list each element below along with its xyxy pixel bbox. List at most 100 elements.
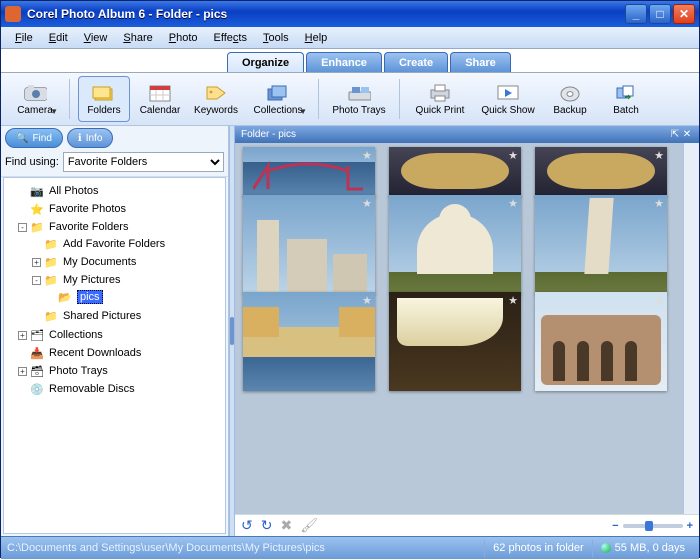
thumbnails-scroll[interactable]: ★ ★ ★ ★ ★ ★ ★ ★ ★ bbox=[235, 143, 683, 514]
tb-quickshow[interactable]: Quick Show bbox=[476, 76, 540, 122]
expand-icon[interactable]: + bbox=[32, 258, 41, 267]
star-icon: ★ bbox=[508, 197, 518, 210]
expand-icon[interactable]: + bbox=[18, 367, 27, 376]
info-icon: ℹ bbox=[78, 133, 82, 144]
tray-icon bbox=[347, 83, 371, 103]
tb-backup[interactable]: Backup bbox=[544, 76, 596, 122]
minimize-button[interactable]: _ bbox=[625, 4, 647, 24]
redo-button[interactable]: ↻ bbox=[261, 517, 273, 534]
thumbnail[interactable]: ★ bbox=[243, 147, 375, 197]
thumbnail[interactable]: ★ bbox=[389, 147, 521, 197]
left-tabs: 🔍 Find ℹ Info bbox=[1, 126, 228, 148]
mode-tab-organize[interactable]: Organize bbox=[227, 52, 304, 72]
menu-help[interactable]: Help bbox=[297, 30, 336, 46]
menu-photo[interactable]: Photo bbox=[161, 30, 206, 46]
undo-button[interactable]: ↺ bbox=[241, 517, 253, 534]
tree-pics[interactable]: 📂pics bbox=[46, 289, 225, 305]
star-icon: ⭐ bbox=[30, 202, 46, 216]
star-icon: ★ bbox=[654, 197, 664, 210]
folder-tree[interactable]: 📷All Photos ⭐Favorite Photos -📁Favorite … bbox=[3, 177, 226, 534]
tb-quickprint[interactable]: Quick Print bbox=[408, 76, 472, 122]
tree-my-documents[interactable]: +📁My Documents bbox=[32, 254, 225, 270]
thumbnails-title: Folder - pics bbox=[241, 129, 296, 140]
tree-photo-trays[interactable]: +🗃Photo Trays bbox=[18, 363, 225, 379]
tb-batch[interactable]: Batch bbox=[600, 76, 652, 122]
thumbnail[interactable]: ★ bbox=[535, 195, 667, 294]
find-using-label: Find using: bbox=[5, 156, 59, 168]
camera-small-icon: 📷 bbox=[30, 184, 46, 198]
thumbnail[interactable]: ★ bbox=[389, 195, 521, 294]
zoom-track[interactable] bbox=[623, 524, 683, 528]
tree-my-pictures[interactable]: -📁My Pictures bbox=[32, 272, 225, 288]
collapse-icon[interactable]: - bbox=[32, 276, 41, 285]
right-panel: Folder - pics ⇱ ✕ ★ ★ ★ ★ ★ ★ bbox=[235, 126, 699, 536]
star-icon: ★ bbox=[362, 294, 372, 307]
panel-close-button[interactable]: ✕ bbox=[681, 129, 693, 140]
tree-favorite-photos[interactable]: ⭐Favorite Photos bbox=[18, 201, 225, 217]
panel-pin-button[interactable]: ⇱ bbox=[669, 129, 681, 140]
thumbnail[interactable]: ★ bbox=[535, 292, 667, 391]
star-icon: ★ bbox=[654, 149, 664, 162]
tree-add-favorite[interactable]: 📁Add Favorite Folders bbox=[32, 236, 225, 252]
menu-edit[interactable]: Edit bbox=[41, 30, 76, 46]
left-tab-find[interactable]: 🔍 Find bbox=[5, 128, 63, 148]
tb-calendar[interactable]: Calendar bbox=[134, 76, 186, 122]
printer-icon bbox=[428, 83, 452, 103]
download-icon: 📥 bbox=[30, 346, 46, 360]
star-icon: ★ bbox=[362, 149, 372, 162]
thumbnail[interactable]: ★ bbox=[243, 195, 375, 294]
menu-share[interactable]: Share bbox=[115, 30, 160, 46]
thumbnail[interactable]: ★ bbox=[243, 292, 375, 391]
toolbar-separator bbox=[69, 79, 70, 119]
tree-collections[interactable]: +🗂Collections bbox=[18, 327, 225, 343]
zoom-in-icon[interactable]: + bbox=[687, 520, 693, 532]
mode-tab-enhance[interactable]: Enhance bbox=[306, 52, 382, 72]
tree-recent-downloads[interactable]: 📥Recent Downloads bbox=[18, 345, 225, 361]
paint-button[interactable]: 🖌 bbox=[300, 517, 318, 534]
calendar-icon bbox=[148, 83, 172, 103]
thumbnails-area: ★ ★ ★ ★ ★ ★ ★ ★ ★ bbox=[235, 143, 699, 514]
tb-collections[interactable]: Collections ▼ bbox=[246, 76, 310, 122]
tree-all-photos[interactable]: 📷All Photos bbox=[18, 183, 225, 199]
menu-tools[interactable]: Tools bbox=[255, 30, 297, 46]
tb-camera[interactable]: Camera ▼ bbox=[9, 76, 61, 122]
find-using-row: Find using: Favorite Folders bbox=[1, 148, 228, 177]
chevron-down-icon: ▼ bbox=[299, 107, 307, 116]
tb-keywords[interactable]: Keywords bbox=[190, 76, 242, 122]
left-tab-info[interactable]: ℹ Info bbox=[67, 128, 114, 148]
tree-shared-pictures[interactable]: 📁Shared Pictures bbox=[32, 308, 225, 324]
tb-folders[interactable]: Folders bbox=[78, 76, 130, 122]
window-title: Corel Photo Album 6 - Folder - pics bbox=[27, 7, 623, 21]
app-icon bbox=[5, 6, 21, 22]
menu-file[interactable]: File bbox=[7, 30, 41, 46]
collections-icon bbox=[266, 83, 290, 103]
menu-view[interactable]: View bbox=[76, 30, 116, 46]
zoom-thumb[interactable] bbox=[645, 521, 653, 531]
expand-icon[interactable]: + bbox=[18, 331, 27, 340]
collapse-icon[interactable]: - bbox=[18, 223, 27, 232]
menu-effects[interactable]: Effects bbox=[206, 30, 255, 46]
tree-favorite-folders[interactable]: -📁Favorite Folders bbox=[18, 219, 225, 235]
close-button[interactable]: ✕ bbox=[673, 4, 695, 24]
maximize-button[interactable]: □ bbox=[649, 4, 671, 24]
thumbnail[interactable]: ★ bbox=[389, 292, 521, 391]
statusbar: C:\Documents and Settings\user\My Docume… bbox=[1, 536, 699, 559]
main-area: 🔍 Find ℹ Info Find using: Favorite Folde… bbox=[1, 126, 699, 536]
tb-phototrays[interactable]: Photo Trays bbox=[327, 76, 391, 122]
thumbnail[interactable]: ★ bbox=[535, 147, 667, 197]
star-icon: ★ bbox=[508, 294, 518, 307]
mode-tab-create[interactable]: Create bbox=[384, 52, 448, 72]
add-folder-icon: 📁 bbox=[44, 237, 60, 251]
zoom-slider[interactable]: − + bbox=[612, 520, 693, 532]
star-icon: ★ bbox=[654, 294, 664, 307]
thumbnails-footer: ↺ ↻ ✖ 🖌 − + bbox=[235, 514, 699, 536]
find-using-select[interactable]: Favorite Folders bbox=[63, 152, 224, 172]
keywords-icon bbox=[204, 83, 228, 103]
toolbar: Camera ▼ Folders Calendar Keywords Colle… bbox=[1, 73, 699, 126]
zoom-out-icon[interactable]: − bbox=[612, 520, 618, 532]
tree-removable-discs[interactable]: 💿Removable Discs bbox=[18, 381, 225, 397]
splitter-grip bbox=[230, 317, 234, 345]
delete-button[interactable]: ✖ bbox=[280, 517, 292, 534]
vertical-scrollbar[interactable] bbox=[683, 143, 699, 514]
mode-tab-share[interactable]: Share bbox=[450, 52, 511, 72]
